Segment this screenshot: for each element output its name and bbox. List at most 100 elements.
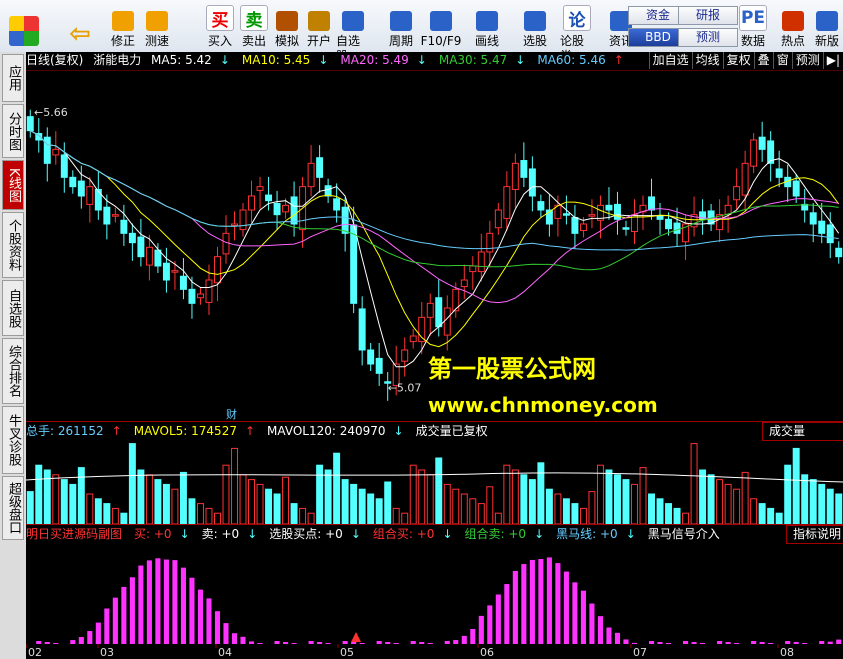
ma-value: MA10: 5.45 xyxy=(241,53,311,67)
x-axis-tick: 04 xyxy=(218,646,232,659)
candle xyxy=(26,109,34,138)
hot-icon xyxy=(782,11,804,31)
sidebar-tab[interactable]: 综合排名 xyxy=(2,338,24,404)
candle xyxy=(503,171,511,231)
ma-readout: MA5: 5.42 ↓ xyxy=(151,53,236,67)
lock-button[interactable]: 开户 xyxy=(302,3,336,49)
sell-button[interactable]: 卖卖出 xyxy=(237,3,271,49)
readout-value: 组合卖: +0 xyxy=(464,527,527,541)
volume-bar xyxy=(341,479,349,524)
indicator-header: 明日买进源码副图 买: +0 ↓ 卖: +0 ↓ 选股买点: +0 ↓ 组合买: +0 ↓ 组合卖… xyxy=(26,526,732,542)
volume-header: 总手: 261152 ↑ MAVOL5: 174527 ↑ MAVOL120: 2409… xyxy=(26,423,500,439)
volume-bar xyxy=(682,512,690,524)
volume-bar xyxy=(120,512,128,524)
f10-icon xyxy=(430,11,452,31)
hammer-button[interactable]: 模拟 xyxy=(270,3,304,49)
readout-value: 选股买点: +0 xyxy=(269,527,343,541)
divider xyxy=(26,524,843,525)
candle xyxy=(154,243,162,273)
sidebar-tab[interactable]: 超级盘口 xyxy=(2,476,24,540)
chart-toolbar-button[interactable]: ▶| xyxy=(822,52,843,69)
volume-bar xyxy=(324,469,332,524)
indicator-bar xyxy=(95,622,101,644)
up-down-arrow-button[interactable]: 修正 xyxy=(106,3,140,49)
readout-arrow: ↓ xyxy=(534,527,545,541)
candle xyxy=(733,168,741,210)
x-axis-tick: 08 xyxy=(780,646,794,659)
indicator-bar xyxy=(172,560,178,644)
volume-bar xyxy=(222,464,230,524)
indicator-help-box[interactable]: 指标说明 xyxy=(786,525,843,544)
sidebar-tab[interactable]: K线图 xyxy=(2,160,24,210)
volume-bar xyxy=(128,443,136,524)
forum-button[interactable]: 论论股堂 xyxy=(560,3,594,63)
candle xyxy=(179,258,187,300)
chart-toolbar-button[interactable]: 加自选 xyxy=(648,52,692,69)
toolbar-label: 开户 xyxy=(306,34,331,48)
chart-toolbar-button[interactable]: 窗 xyxy=(772,52,792,69)
candle xyxy=(120,204,128,246)
x-axis-tick: 05 xyxy=(340,646,354,659)
indicator-bar xyxy=(240,636,246,644)
volume-bar xyxy=(60,479,68,524)
chart-toolbar-button[interactable]: 叠 xyxy=(753,52,773,69)
ma-value: MA5: 5.42 xyxy=(151,53,212,67)
new-version-icon xyxy=(816,11,838,31)
buy-button[interactable]: 买买入 xyxy=(203,3,237,49)
clock-button[interactable]: 测速 xyxy=(140,3,174,49)
readout-value: 买: +0 xyxy=(134,527,172,541)
new-version-button[interactable]: 新版 xyxy=(810,3,843,49)
ma10-line xyxy=(30,130,840,348)
readout: MAVOL5: 174527 ↑ xyxy=(134,424,261,438)
chart-toolbar-button[interactable]: 复权 xyxy=(722,52,754,69)
ma-readout: MA20: 5.49 ↓ xyxy=(340,53,432,67)
readout-value: 黑马信号介入 xyxy=(647,527,720,541)
stock-name: 浙能电力 xyxy=(93,53,142,67)
sidebar-tab[interactable]: 应用 xyxy=(2,54,24,102)
pe-data-button[interactable]: PE 数据 xyxy=(736,3,770,49)
indicator-bar xyxy=(129,577,135,644)
pen-button[interactable]: 画线 xyxy=(470,3,504,49)
main-toolbar: ⇦ 修正测速买买入卖卖出模拟开户自选股周期F10/F9画线选股论论股堂资讯PE数… xyxy=(0,0,843,63)
period-clock-button[interactable]: 周期 xyxy=(384,3,418,49)
sidebar-tab[interactable]: 自选股 xyxy=(2,280,24,336)
back-button[interactable]: ⇦ xyxy=(60,3,100,49)
candle xyxy=(801,189,809,223)
candle xyxy=(307,145,315,197)
indicator-bar xyxy=(538,559,544,644)
indicator-bar xyxy=(521,564,527,644)
buy-signal-triangle xyxy=(351,632,361,642)
readout-arrow: ↑ xyxy=(244,424,256,438)
research-report-button[interactable]: 研报 xyxy=(678,6,738,25)
indicator-bar xyxy=(121,586,127,644)
sidebar-tab[interactable]: 分时图 xyxy=(2,104,24,158)
toolbar-label: 数据 xyxy=(740,34,765,48)
hot-button[interactable]: 热点 xyxy=(776,3,810,49)
volume-bar xyxy=(520,474,528,524)
volume-bar xyxy=(94,498,102,524)
volume-bar xyxy=(35,464,43,524)
indicator-bar xyxy=(214,611,221,644)
sidebar-tab[interactable]: 个股资料 xyxy=(2,212,24,278)
ma-arrow: ↓ xyxy=(219,53,230,67)
sidebar-tab[interactable]: 牛叉诊股 xyxy=(2,406,24,474)
candle xyxy=(648,178,655,220)
f10-button[interactable]: F10/F9 xyxy=(421,3,461,49)
ma-readout: MA30: 5.47 ↓ xyxy=(439,53,531,67)
candle xyxy=(60,142,68,193)
chart-toolbar-button[interactable]: 预测 xyxy=(791,52,823,69)
chart-toolbar-button[interactable]: 均线 xyxy=(691,52,723,69)
candle xyxy=(94,171,102,220)
star-button[interactable]: 自选股 xyxy=(336,3,370,63)
volume-bar xyxy=(162,483,170,524)
candle xyxy=(426,293,434,336)
candle xyxy=(767,131,775,182)
candle xyxy=(111,207,119,223)
app-logo-icon[interactable] xyxy=(4,3,44,49)
hammer-icon xyxy=(276,11,298,31)
select-stock-button[interactable]: 选股 xyxy=(518,3,552,49)
forecast-button[interactable]: 预测 xyxy=(678,28,738,47)
volume-label-box[interactable]: 成交量 xyxy=(762,422,843,441)
volume-bar xyxy=(631,483,638,524)
readout: 买: +0 ↓ xyxy=(134,527,196,541)
